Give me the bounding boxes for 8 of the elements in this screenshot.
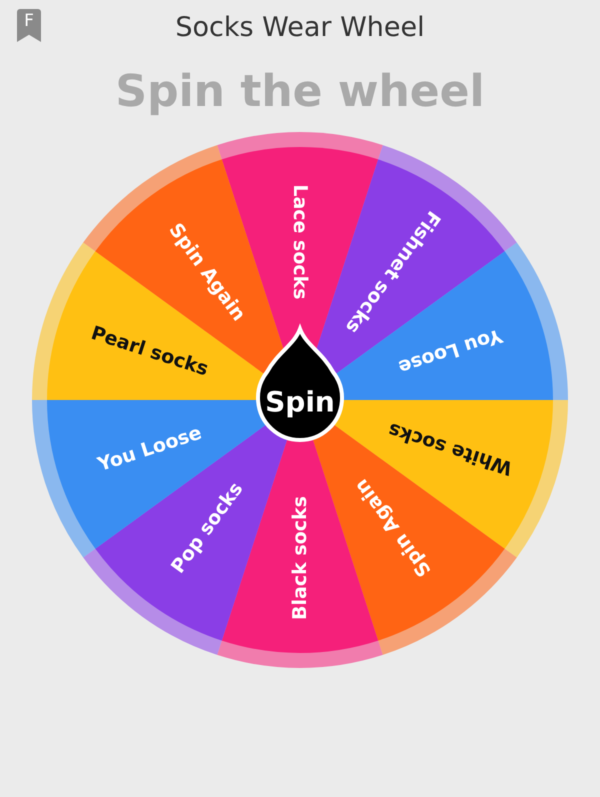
segment-label: You Loose bbox=[396, 324, 505, 378]
app-title: Socks Wear Wheel bbox=[175, 12, 425, 42]
segment-label: White socks bbox=[385, 418, 516, 480]
segment-label: Pearl socks bbox=[88, 322, 211, 380]
segment-label: Black socks bbox=[289, 496, 311, 620]
segment-label: You Loose bbox=[95, 422, 204, 476]
heading: Spin the wheel bbox=[114, 65, 486, 119]
segment-label: Lace socks bbox=[289, 184, 311, 300]
